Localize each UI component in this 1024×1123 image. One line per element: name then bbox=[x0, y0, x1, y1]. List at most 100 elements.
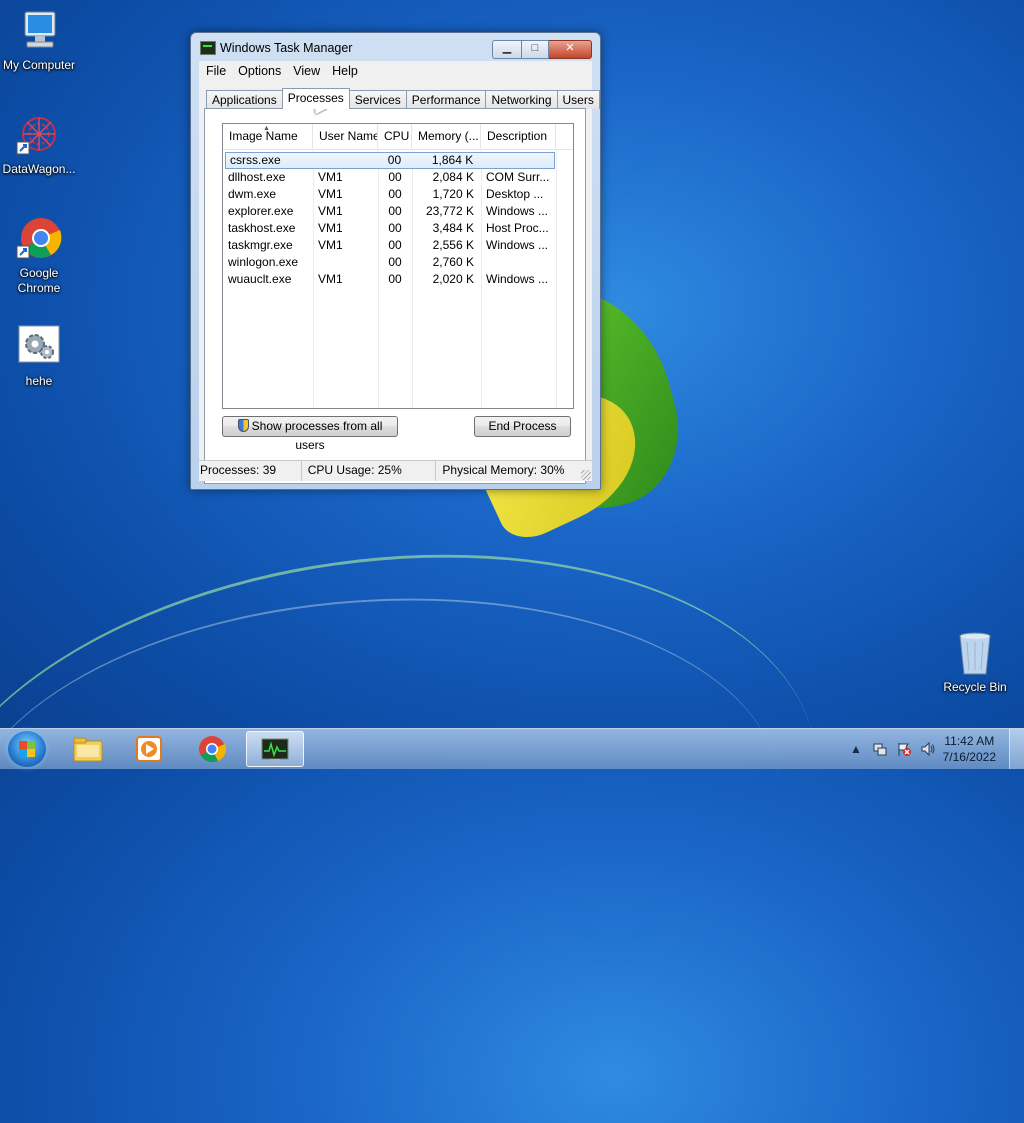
explorer-icon bbox=[73, 735, 103, 763]
tab-strip: Applications Processes Services Performa… bbox=[206, 88, 600, 109]
cell-image-name: wuauclt.exe bbox=[228, 272, 292, 286]
volume-icon[interactable] bbox=[920, 741, 936, 757]
taskbar-chrome[interactable] bbox=[184, 731, 242, 767]
close-button[interactable]: ✕ bbox=[549, 40, 592, 59]
maximize-button[interactable]: □ bbox=[522, 40, 549, 59]
processes-panel: ▲ Image Name User Name CPU Memory (... D… bbox=[204, 108, 586, 484]
task-manager-icon bbox=[260, 736, 290, 764]
tab-services[interactable]: Services bbox=[348, 90, 407, 109]
task-manager-window[interactable]: Windows Task Manager ▁ □ ✕ File Options … bbox=[190, 32, 601, 490]
window-title: Windows Task Manager bbox=[220, 41, 353, 55]
desktop-icon-recycle-bin[interactable]: Recycle Bin bbox=[936, 630, 1014, 695]
tab-performance[interactable]: Performance bbox=[405, 90, 487, 109]
settings-file-icon bbox=[15, 324, 63, 372]
desktop-icon-my-computer[interactable]: My Computer bbox=[0, 8, 78, 73]
minimize-button[interactable]: ▁ bbox=[492, 40, 522, 59]
cell-cpu: 00 bbox=[388, 272, 402, 286]
taskbar-task-manager[interactable] bbox=[246, 731, 304, 767]
cell-cpu: 00 bbox=[388, 187, 402, 201]
cell-image-name: taskmgr.exe bbox=[228, 238, 293, 252]
cell-user-name: VM1 bbox=[318, 187, 343, 201]
system-tray: ▲ 11:42 AM 7/16/2022 bbox=[834, 729, 1024, 769]
cell-image-name: winlogon.exe bbox=[228, 255, 299, 269]
resize-grip-icon[interactable] bbox=[581, 470, 591, 480]
end-process-button[interactable]: End Process bbox=[474, 416, 571, 437]
cell-user-name: VM1 bbox=[318, 221, 343, 235]
window-titlebar[interactable]: Windows Task Manager ▁ □ ✕ bbox=[191, 33, 600, 61]
process-list[interactable]: ▲ Image Name User Name CPU Memory (... D… bbox=[222, 123, 574, 409]
tab-applications[interactable]: Applications bbox=[206, 90, 283, 109]
desktop-icon-datawagon[interactable]: DataWagon... bbox=[0, 112, 78, 177]
process-list-header: ▲ Image Name User Name CPU Memory (... D… bbox=[223, 124, 573, 150]
menu-view[interactable]: View bbox=[287, 62, 326, 80]
menu-file[interactable]: File bbox=[200, 62, 232, 80]
column-user-name[interactable]: User Name bbox=[313, 124, 378, 149]
uac-shield-icon bbox=[237, 419, 249, 432]
show-desktop-button[interactable] bbox=[1009, 729, 1024, 769]
network-icon[interactable] bbox=[872, 741, 888, 757]
table-row[interactable]: dwm.exe VM1 00 1,720 K Desktop ... bbox=[223, 186, 573, 203]
column-description[interactable]: Description bbox=[481, 124, 556, 149]
cell-image-name: explorer.exe bbox=[228, 204, 294, 218]
column-memory[interactable]: Memory (... bbox=[412, 124, 481, 149]
status-physical-memory: Physical Memory: 30% bbox=[442, 463, 565, 477]
clock[interactable]: 11:42 AM 7/16/2022 bbox=[943, 733, 996, 765]
table-row[interactable]: explorer.exe VM1 00 23,772 K Windows ... bbox=[223, 203, 573, 220]
tab-networking[interactable]: Networking bbox=[485, 90, 558, 109]
menu-help[interactable]: Help bbox=[326, 62, 364, 80]
taskbar-explorer[interactable] bbox=[60, 731, 118, 767]
cell-description: Desktop ... bbox=[486, 187, 544, 201]
cell-memory: 2,084 K bbox=[432, 170, 474, 184]
column-cpu[interactable]: CPU bbox=[378, 124, 412, 149]
start-button[interactable] bbox=[8, 731, 46, 767]
computer-icon bbox=[15, 8, 63, 56]
windows-logo-icon bbox=[19, 741, 35, 757]
table-row[interactable]: wuauclt.exe VM1 00 2,020 K Windows ... bbox=[223, 271, 573, 288]
chrome-icon bbox=[15, 216, 63, 264]
process-list-body: csrss.exe 00 1,864 K dllhost.exe VM1 00 2,084 … bbox=[223, 152, 573, 288]
table-row[interactable]: taskmgr.exe VM1 00 2,556 K Windows ... bbox=[223, 237, 573, 254]
chrome-icon bbox=[197, 735, 227, 763]
cell-description: Windows ... bbox=[486, 272, 549, 286]
cell-user-name: VM1 bbox=[318, 272, 343, 286]
tab-processes[interactable]: Processes bbox=[281, 88, 350, 109]
cell-image-name: csrss.exe bbox=[230, 153, 281, 167]
cell-description: Host Proc... bbox=[486, 221, 549, 235]
media-player-icon bbox=[134, 735, 164, 763]
window-client: File Options View Help Applications Proc… bbox=[199, 61, 600, 484]
status-bar: Processes: 39 CPU Usage: 25% Physical Me… bbox=[199, 460, 592, 481]
task-manager-icon bbox=[200, 41, 216, 55]
desktop-icon-hehe[interactable]: hehe bbox=[0, 324, 78, 389]
menu-bar: File Options View Help bbox=[199, 61, 592, 81]
menu-options[interactable]: Options bbox=[232, 62, 287, 80]
cell-image-name: dllhost.exe bbox=[228, 170, 286, 184]
cell-cpu: 00 bbox=[388, 221, 402, 235]
cell-memory: 3,484 K bbox=[432, 221, 474, 235]
cell-user-name: VM1 bbox=[318, 204, 343, 218]
cell-description bbox=[481, 254, 556, 271]
table-row[interactable]: csrss.exe 00 1,864 K bbox=[225, 152, 555, 169]
action-center-flag-icon[interactable] bbox=[896, 741, 912, 757]
table-row[interactable]: dllhost.exe VM1 00 2,084 K COM Surr... bbox=[223, 169, 573, 186]
clock-date: 7/16/2022 bbox=[942, 750, 996, 764]
taskbar-media-player[interactable] bbox=[121, 731, 179, 767]
tab-users[interactable]: Users bbox=[556, 90, 600, 109]
cell-memory: 1,720 K bbox=[432, 187, 474, 201]
recycle-bin-icon bbox=[951, 630, 999, 678]
taskbar: ▲ 11:42 AM 7/16/2022 bbox=[0, 728, 1024, 769]
window-controls: ▁ □ ✕ bbox=[492, 40, 592, 59]
cell-cpu: 00 bbox=[388, 170, 402, 184]
show-all-processes-button[interactable]: Show processes from all users bbox=[222, 416, 398, 452]
desktop-icon-google-chrome[interactable]: Google Chrome bbox=[0, 216, 78, 296]
status-cpu-usage: CPU Usage: 25% bbox=[302, 461, 437, 481]
cell-user-name bbox=[313, 254, 378, 271]
cell-cpu: 00 bbox=[388, 238, 402, 252]
cell-user-name bbox=[313, 152, 378, 169]
table-row[interactable]: taskhost.exe VM1 00 3,484 K Host Proc... bbox=[223, 220, 573, 237]
cell-memory: 2,020 K bbox=[432, 272, 474, 286]
cell-user-name: VM1 bbox=[318, 170, 343, 184]
table-row[interactable]: winlogon.exe 00 2,760 K bbox=[223, 254, 573, 271]
show-hidden-icons-icon[interactable]: ▲ bbox=[848, 741, 864, 757]
cell-description: Windows ... bbox=[486, 238, 549, 252]
cell-description: COM Surr... bbox=[486, 170, 550, 184]
